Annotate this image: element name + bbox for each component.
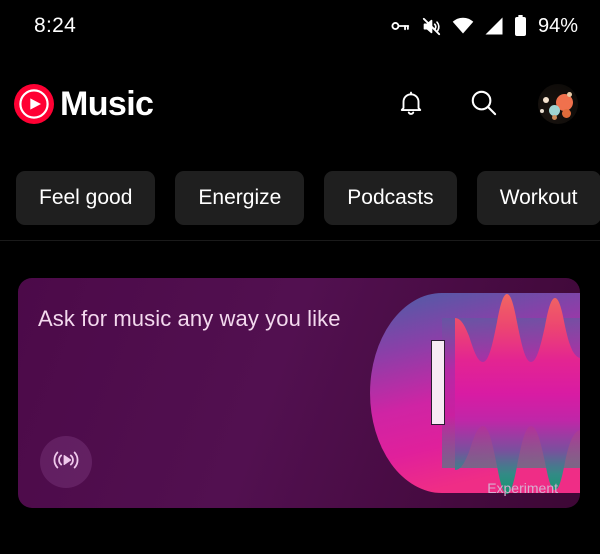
youtube-music-home-screen: 8:24 94% Music Feel good Energize Podcas… [0,0,600,554]
promo-card-title: Ask for music any way you like [38,306,341,331]
account-avatar[interactable] [538,84,578,124]
bell-icon [396,88,426,121]
chip-energize[interactable]: Energize [175,171,305,225]
status-bar: 8:24 94% [0,0,600,52]
notifications-button[interactable] [394,87,428,121]
app-title: Music [60,85,154,123]
chip-workout[interactable]: Workout [476,171,600,225]
status-bar-icons: 94% [389,15,578,38]
status-bar-clock: 8:24 [34,14,77,37]
search-button[interactable] [466,87,500,121]
app-brand[interactable]: Music [12,82,154,126]
chips-scroller[interactable]: Feel good Energize Podcasts Workout [0,156,600,240]
battery-icon [514,15,527,37]
promo-card-ask-for-music[interactable]: Ask for music any way you like Experimen… [18,278,580,508]
chip-podcasts[interactable]: Podcasts [324,171,457,225]
chip-feel-good[interactable]: Feel good [16,171,156,225]
search-icon [468,87,499,121]
voice-assistant-button[interactable] [40,436,92,488]
vpn-key-icon [389,15,411,37]
battery-percentage: 94% [537,14,578,37]
cellular-signal-icon [484,16,504,36]
volume-muted-icon [421,16,442,37]
experiment-badge: Experiment [487,480,558,496]
broadcast-play-icon [50,447,82,478]
wifi-icon [452,16,474,36]
header-divider [0,240,600,241]
app-header: Music [0,52,600,156]
header-actions [394,84,578,124]
audio-waveform-graphic [355,278,580,508]
youtube-music-logo-icon [12,82,56,126]
text-cursor-indicator [431,340,445,425]
category-chips-row[interactable]: Feel good Energize Podcasts Workout [0,156,600,240]
